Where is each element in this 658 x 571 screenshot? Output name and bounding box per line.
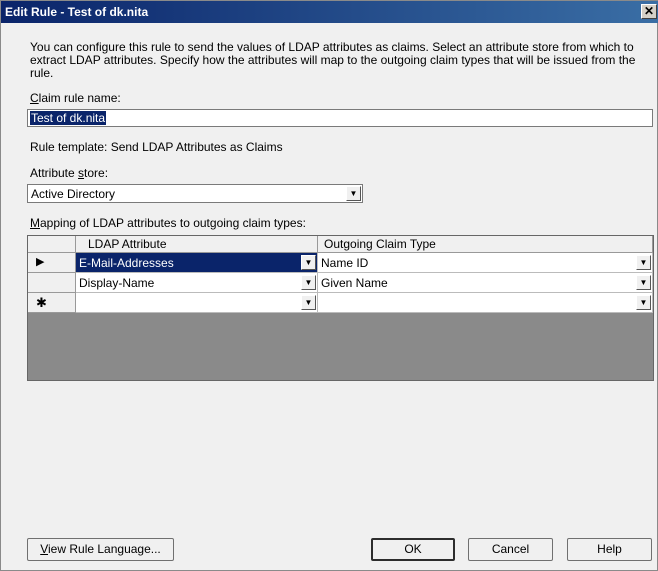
- ok-button[interactable]: OK: [371, 538, 455, 561]
- claim-rule-name-input[interactable]: Test of dk.nita: [27, 109, 653, 127]
- mapping-grid[interactable]: LDAP Attribute Outgoing Claim Type ▶ E-M…: [27, 235, 654, 381]
- new-row-marker[interactable]: ✱: [28, 293, 76, 313]
- row-marker-current[interactable]: ▶: [28, 253, 76, 273]
- mapping-label: Mapping of LDAP attributes to outgoing c…: [30, 216, 306, 230]
- chevron-down-icon[interactable]: ▼: [636, 295, 651, 310]
- claim-type-cell[interactable]: Given Name ▼: [318, 273, 653, 293]
- chevron-down-icon[interactable]: ▼: [301, 295, 316, 310]
- ldap-attribute-cell[interactable]: Display-Name ▼: [76, 273, 318, 293]
- help-button[interactable]: Help: [567, 538, 652, 561]
- view-rule-language-button[interactable]: View Rule Language...: [27, 538, 174, 561]
- claim-rule-name-value: Test of dk.nita: [30, 111, 107, 125]
- claim-type-cell[interactable]: Name ID ▼: [318, 253, 653, 273]
- edit-rule-dialog: Edit Rule - Test of dk.nita ✕ You can co…: [0, 0, 658, 571]
- dialog-title: Edit Rule - Test of dk.nita: [5, 5, 149, 19]
- column-header-claim[interactable]: Outgoing Claim Type: [318, 236, 653, 253]
- row-marker[interactable]: [28, 273, 76, 293]
- claim-type-cell[interactable]: ▼: [318, 293, 653, 313]
- claim-rule-name-label: Claim rule name:: [30, 91, 121, 105]
- rule-description: You can configure this rule to send the …: [30, 40, 636, 80]
- attribute-store-value: Active Directory: [31, 187, 116, 201]
- ldap-attribute-cell[interactable]: ▼: [76, 293, 318, 313]
- row-header-corner: [28, 236, 76, 253]
- chevron-down-icon[interactable]: ▼: [301, 255, 316, 270]
- chevron-down-icon[interactable]: ▼: [636, 275, 651, 290]
- attribute-store-label: Attribute store:: [30, 166, 109, 180]
- close-button[interactable]: ✕: [641, 4, 657, 19]
- chevron-down-icon[interactable]: ▼: [346, 186, 361, 201]
- chevron-down-icon[interactable]: ▼: [636, 255, 651, 270]
- cancel-button[interactable]: Cancel: [468, 538, 553, 561]
- title-bar: Edit Rule - Test of dk.nita ✕: [1, 1, 658, 23]
- ldap-attribute-cell[interactable]: E-Mail-Addresses ▼: [76, 253, 318, 273]
- rule-template-text: Rule template: Send LDAP Attributes as C…: [30, 140, 283, 154]
- attribute-store-select[interactable]: Active Directory ▼: [27, 184, 363, 203]
- chevron-down-icon[interactable]: ▼: [301, 275, 316, 290]
- column-header-ldap[interactable]: LDAP Attribute: [76, 236, 318, 253]
